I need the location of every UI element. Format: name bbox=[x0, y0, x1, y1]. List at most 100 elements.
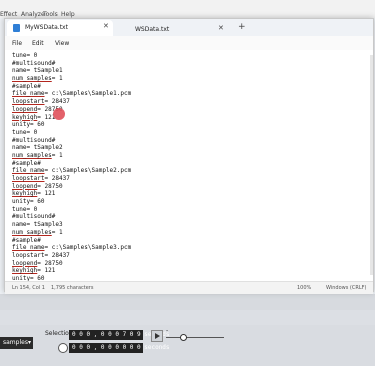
scroll-strip bbox=[0, 294, 375, 310]
text-segment: #multisound# bbox=[12, 136, 56, 144]
text-line: #sample# bbox=[12, 83, 368, 91]
status-characters: 1,795 characters bbox=[51, 285, 94, 291]
misspelled-word: keyhigh bbox=[12, 190, 38, 198]
text-line: name= tSample3 bbox=[12, 221, 368, 229]
menu-edit[interactable]: Edit bbox=[32, 40, 44, 47]
background-menubar: Effect Analyze Tools Help bbox=[0, 0, 375, 18]
text-line: keyhigh= 121 bbox=[12, 190, 368, 198]
status-zoom: 100% bbox=[297, 285, 312, 291]
text-line: unity= 60 bbox=[12, 121, 368, 129]
text-line: tune= 0 bbox=[12, 52, 368, 60]
menu-file[interactable]: File bbox=[12, 40, 22, 47]
text-segment: = c:\Samples\Sample3.pcm bbox=[44, 244, 132, 252]
text-segment: unity= 60 bbox=[12, 121, 45, 129]
slider-thumb[interactable] bbox=[180, 334, 187, 341]
misspelled-word: keyhigh bbox=[12, 267, 38, 275]
text-line: loopend= 28750 bbox=[12, 260, 368, 268]
misspelled-word: keyhigh bbox=[12, 113, 38, 121]
samples-dropdown[interactable]: samples ▾ bbox=[0, 337, 33, 349]
text-segment: #sample# bbox=[12, 82, 41, 90]
text-line: #multisound# bbox=[12, 60, 368, 68]
text-segment: tune= 0 bbox=[12, 52, 38, 59]
misspelled-word: loopend bbox=[12, 105, 38, 113]
misspelled-word: file_name bbox=[12, 90, 45, 98]
selection-mode-radio[interactable] bbox=[58, 343, 68, 353]
status-line-endings: Windows (CRLF) bbox=[326, 285, 367, 291]
text-segment: #sample# bbox=[12, 159, 41, 167]
text-line: name= tSample1 bbox=[12, 67, 368, 75]
text-line: num_samples= 1 bbox=[12, 229, 368, 237]
selection-start-time[interactable]: 0 0 0 , 0 0 0 7 0 9 seconds bbox=[69, 330, 170, 340]
text-line: unity= 60 bbox=[12, 198, 368, 206]
text-segment: #multisound# bbox=[12, 59, 56, 67]
text-line: file_name= c:\Samples\Sample1.pcm bbox=[12, 90, 368, 98]
tab-mywsdata[interactable]: MyWSData.txt ✕ bbox=[7, 20, 113, 36]
tab-label: MyWSData.txt bbox=[25, 24, 68, 31]
play-button[interactable] bbox=[151, 330, 163, 342]
text-line: #sample# bbox=[12, 237, 368, 245]
mouse-cursor-indicator bbox=[53, 108, 65, 120]
misspelled-word: num_samples bbox=[12, 228, 52, 236]
text-segment: = 121 bbox=[37, 190, 56, 198]
text-line: loopstart= 28437 bbox=[12, 252, 368, 260]
text-segment: name= tSample3 bbox=[12, 221, 63, 229]
text-line: tune= 0 bbox=[12, 129, 368, 137]
text-line: loopstart= 28437 bbox=[12, 175, 368, 183]
text-segment: tune= 0 bbox=[12, 128, 38, 136]
chevron-down-icon: ▾ bbox=[28, 339, 32, 346]
status-position: Ln 154, Col 1 bbox=[12, 285, 45, 291]
minus-icon: - bbox=[166, 327, 169, 334]
text-line: num_samples= 1 bbox=[12, 75, 368, 83]
menu-view[interactable]: View bbox=[55, 40, 69, 47]
text-segment: = 28437 bbox=[44, 175, 70, 182]
text-segment: tune= 0 bbox=[12, 205, 38, 213]
text-line: num_samples= 1 bbox=[12, 152, 368, 160]
text-line: loopend= 28750 bbox=[12, 106, 368, 114]
text-line: keyhigh= 121 bbox=[12, 114, 368, 122]
text-segment: #sample# bbox=[12, 236, 41, 244]
text-segment: = 28750 bbox=[37, 259, 63, 267]
text-segment: = 1 bbox=[51, 75, 63, 83]
close-icon[interactable]: ✕ bbox=[218, 24, 224, 32]
text-line: keyhigh= 121 bbox=[12, 267, 368, 275]
text-segment: = 28750 bbox=[37, 182, 63, 190]
text-segment: = 28437 bbox=[44, 98, 70, 106]
new-tab-icon[interactable]: + bbox=[238, 22, 246, 32]
samples-label: samples bbox=[3, 339, 28, 346]
text-line: file_name= c:\Samples\Sample2.pcm bbox=[12, 167, 368, 175]
menu-effect[interactable]: Effect bbox=[0, 11, 17, 18]
text-line: file_name= c:\Samples\Sample3.pcm bbox=[12, 244, 368, 252]
close-icon[interactable]: ✕ bbox=[103, 22, 109, 30]
misspelled-word: num_samples bbox=[12, 75, 52, 83]
text-segment: = c:\Samples\Sample2.pcm bbox=[44, 167, 132, 175]
text-segment: #multisound# bbox=[12, 213, 56, 221]
playback-speed-slider[interactable] bbox=[166, 337, 224, 338]
text-editor[interactable]: tune= 0 #multisound# name= tSample1 num_sam… bbox=[12, 52, 368, 284]
misspelled-word: loopstart bbox=[12, 98, 45, 106]
tab-wsdata[interactable]: WSData.txt ✕ bbox=[120, 22, 230, 36]
selection-end-time[interactable]: 0 0 0 , 0 0 0 0 0 0 seconds bbox=[69, 343, 170, 353]
menu-tools[interactable]: Tools bbox=[43, 11, 58, 18]
notepad-icon bbox=[13, 24, 20, 32]
misspelled-word: loopstart bbox=[12, 175, 45, 182]
text-segment: name= tSample2 bbox=[12, 144, 63, 152]
text-line: #multisound# bbox=[12, 137, 368, 145]
text-line: name= tSample2 bbox=[12, 144, 368, 152]
text-segment: name= tSample1 bbox=[12, 67, 63, 75]
time-value: 0 0 0 , 0 0 0 0 0 0 seconds bbox=[72, 344, 170, 351]
text-segment: = 1 bbox=[51, 151, 63, 159]
misspelled-word: file_name bbox=[12, 244, 45, 252]
text-segment: = c:\Samples\Sample1.pcm bbox=[44, 90, 132, 98]
vertical-scrollbar[interactable] bbox=[370, 55, 373, 275]
status-bar: Ln 154, Col 1 1,795 characters 100% Wind… bbox=[5, 281, 373, 294]
text-segment: = 1 bbox=[51, 228, 63, 236]
tab-bar: MyWSData.txt ✕ WSData.txt ✕ + bbox=[5, 19, 373, 36]
tab-label: WSData.txt bbox=[135, 26, 170, 33]
menu-help[interactable]: Help bbox=[61, 11, 75, 18]
text-line: #sample# bbox=[12, 160, 368, 168]
text-line: loopend= 28750 bbox=[12, 183, 368, 191]
menu-analyze[interactable]: Analyze bbox=[21, 11, 45, 18]
notepad-window: MyWSData.txt ✕ WSData.txt ✕ + File Edit … bbox=[4, 18, 374, 294]
play-icon bbox=[155, 333, 160, 339]
text-segment: loopstart= 28437 bbox=[12, 251, 70, 259]
